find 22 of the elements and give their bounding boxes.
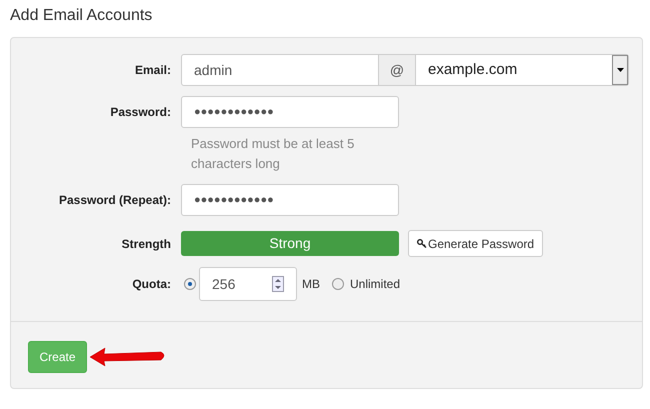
spinner-icon	[272, 276, 284, 292]
unit-label: MB	[302, 276, 320, 293]
email-field[interactable]: admin	[181, 54, 379, 86]
arrow-icon	[89, 346, 167, 368]
radio-button[interactable]	[332, 278, 344, 290]
field-label: Email:	[134, 62, 172, 79]
key-icon	[417, 239, 427, 248]
at-sign: @	[379, 54, 415, 86]
strength-fill: Strong	[181, 231, 399, 256]
field-label: Strength	[120, 236, 172, 252]
field-label: Quota:	[131, 276, 172, 293]
quota-field[interactable]: 256	[199, 267, 297, 301]
field-label: Password:	[109, 104, 172, 121]
password-field[interactable]: ●●●●●●●●●●●●	[181, 96, 399, 128]
domain-select[interactable]: example.com	[415, 54, 629, 86]
option-label: Unlimited	[350, 276, 400, 293]
generate-password-button[interactable]: Generate Password	[408, 230, 544, 257]
radio-button[interactable]	[184, 278, 196, 290]
help-text: Password must be at least 5 characters long	[191, 135, 356, 173]
page-title: Add Email Accounts	[10, 6, 152, 26]
password-field[interactable]: ●●●●●●●●●●●●	[181, 184, 399, 216]
field-label: Password (Repeat):	[58, 192, 172, 209]
